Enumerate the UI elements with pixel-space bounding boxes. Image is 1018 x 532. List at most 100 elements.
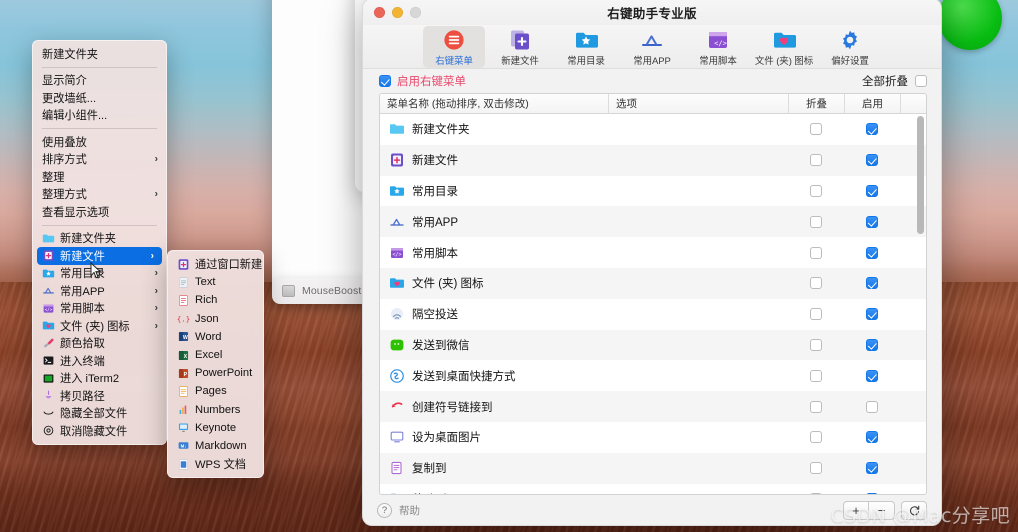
menu-item-open-iterm2[interactable]: 进入 iTerm2 — [33, 370, 166, 388]
menu-item-file-folder-icon[interactable]: 文件 (夹) 图标 › — [33, 317, 166, 335]
fold-checkbox[interactable] — [810, 338, 822, 351]
table-body[interactable]: 新建文件夹 新建文件 常用目录 常用APP </> 常用脚本 文件 (夹) 图标 隔空投送 发送… — [380, 114, 926, 494]
enable-checkbox[interactable] — [866, 246, 878, 259]
help-label[interactable]: 帮助 — [399, 503, 420, 518]
submenu-item-word[interactable]: W Word — [168, 328, 263, 346]
table-row[interactable]: 隔空投送 — [380, 298, 926, 330]
table-row[interactable]: 常用目录 — [380, 175, 926, 207]
folder-blue-icon — [390, 124, 404, 135]
column-header-enable: 启用 — [844, 94, 900, 113]
toolbar-tab-favorite-scripts[interactable]: </> 常用脚本 — [687, 26, 749, 68]
enable-checkbox[interactable] — [866, 338, 878, 351]
toolbar-tab-preferences[interactable]: 偏好设置 — [819, 26, 881, 68]
menu-item-hide-all-files[interactable]: 隐藏全部文件 — [33, 405, 166, 423]
table-row[interactable]: 移动到 — [380, 483, 926, 494]
enable-checkbox[interactable] — [866, 492, 878, 494]
menu-item-unhide-files[interactable]: 取消隐藏文件 — [33, 422, 166, 440]
menu-item-favorite-folders[interactable]: 常用目录 › — [33, 265, 166, 283]
wps-icon — [179, 458, 188, 470]
menu-item-sort-by[interactable]: 排序方式 › — [33, 151, 166, 169]
fold-checkbox[interactable] — [810, 462, 822, 475]
enable-context-menu-checkbox[interactable] — [379, 75, 391, 87]
table-row[interactable]: 创建符号链接到 — [380, 391, 926, 422]
chevron-right-icon: › — [154, 320, 158, 332]
app-window[interactable]: 右键助手专业版 右键菜单 新建文件 常用目录 常用APP </> 常用脚本 文件… — [362, 0, 942, 526]
submenu-item-keynote[interactable]: Keynote — [168, 419, 263, 437]
fold-checkbox[interactable] — [810, 431, 822, 444]
menu-item-copy-path[interactable]: 拷贝路径 — [33, 387, 166, 405]
menu-item-edit-widgets[interactable]: 编辑小组件... — [33, 107, 166, 125]
new-file-submenu[interactable]: 通过窗口新建 Text Rich {.} Json W Word X Excel… — [167, 250, 264, 479]
menu-item-show-view-options[interactable]: 查看显示选项 — [33, 203, 166, 221]
fold-checkbox[interactable] — [810, 492, 822, 494]
app-toolbar[interactable]: 右键菜单 新建文件 常用目录 常用APP </> 常用脚本 文件 (夹) 图标 … — [363, 25, 941, 69]
copy-path-icon — [45, 390, 52, 399]
menu-item-use-stacks[interactable]: 使用叠放 — [33, 133, 166, 151]
enable-checkbox[interactable] — [866, 123, 878, 136]
fold-checkbox[interactable] — [810, 215, 822, 228]
menu-item-new-file[interactable]: 新建文件 › — [37, 247, 162, 265]
menu-item-change-wallpaper[interactable]: 更改墙纸... — [33, 89, 166, 107]
table-row[interactable]: </> 常用脚本 — [380, 237, 926, 268]
menu-items-table[interactable]: 菜单名称 (拖动排序, 双击修改) 选项 折叠 启用 新建文件夹 新建文件 常用目录… — [379, 93, 927, 495]
collapse-all-checkbox[interactable] — [915, 75, 927, 87]
fold-checkbox[interactable] — [810, 246, 822, 259]
fold-checkbox[interactable] — [810, 123, 822, 136]
table-cell-name-label: 发送到桌面快捷方式 — [412, 370, 516, 383]
submenu-item-powerpoint[interactable]: P PowerPoint — [168, 364, 263, 382]
enable-checkbox[interactable] — [866, 369, 878, 382]
enable-checkbox[interactable] — [866, 215, 878, 228]
toolbar-tab-favorite-apps[interactable]: 常用APP — [621, 26, 683, 68]
submenu-item-new-via-window[interactable]: 通过窗口新建 — [168, 255, 263, 273]
table-row[interactable]: 复制到 — [380, 452, 926, 484]
toolbar-tab-favorite-folders[interactable]: 常用目录 — [555, 26, 617, 68]
enable-checkbox[interactable] — [866, 462, 878, 475]
menu-item-favorite-apps[interactable]: 常用APP › — [33, 282, 166, 300]
toolbar-tab-new-file[interactable]: 新建文件 — [489, 26, 551, 68]
fold-checkbox[interactable] — [810, 154, 822, 167]
menu-item-clean-up[interactable]: 整理 — [33, 168, 166, 186]
menu-item-favorite-scripts[interactable]: </> 常用脚本 › — [33, 300, 166, 318]
menu-item-clean-up-by[interactable]: 整理方式 › — [33, 186, 166, 204]
enable-checkbox[interactable] — [866, 308, 878, 321]
fold-checkbox[interactable] — [810, 369, 822, 382]
submenu-item-numbers[interactable]: Numbers — [168, 401, 263, 419]
submenu-item-excel[interactable]: X Excel — [168, 346, 263, 364]
enable-checkbox[interactable] — [866, 400, 878, 413]
submenu-item-json[interactable]: {.} Json — [168, 310, 263, 328]
table-row[interactable]: 设为桌面图片 — [380, 421, 926, 453]
enable-checkbox[interactable] — [866, 154, 878, 167]
menu-item-open-terminal[interactable]: 进入终端 — [33, 352, 166, 370]
menu-item-label: 隐藏全部文件 — [60, 408, 128, 421]
table-row[interactable]: 新建文件 — [380, 144, 926, 176]
table-row[interactable]: 文件 (夹) 图标 — [380, 267, 926, 299]
enable-checkbox[interactable] — [866, 277, 878, 290]
menu-item-get-info[interactable]: 显示简介 — [33, 72, 166, 90]
enable-checkbox[interactable] — [866, 431, 878, 444]
toolbar-tab-file-folder-icon[interactable]: 文件 (夹) 图标 — [753, 26, 815, 68]
toolbar-tab-context-menu[interactable]: 右键菜单 — [423, 26, 485, 68]
question-mark-icon[interactable]: ? — [377, 502, 392, 518]
table-row[interactable]: 常用APP — [380, 206, 926, 238]
menu-item-new-folder-top[interactable]: 新建文件夹 — [33, 45, 166, 63]
submenu-item-text[interactable]: Text — [168, 273, 263, 291]
submenu-item-markdown[interactable]: M↓ Markdown — [168, 437, 263, 455]
fold-checkbox[interactable] — [810, 277, 822, 290]
table-row[interactable]: 新建文件夹 — [380, 114, 926, 145]
scrollbar-thumb[interactable] — [917, 116, 924, 234]
menu-item-new-folder[interactable]: 新建文件夹 — [33, 230, 166, 248]
fold-checkbox[interactable] — [810, 400, 822, 413]
submenu-item-pages[interactable]: Pages — [168, 382, 263, 400]
desktop-context-menu[interactable]: 新建文件夹 显示简介 更改墙纸... 编辑小组件... 使用叠放 排序方式 › … — [32, 40, 167, 445]
submenu-item-rich[interactable]: Rich — [168, 291, 263, 309]
submenu-item-wps[interactable]: WPS 文档 — [168, 455, 263, 473]
fold-checkbox[interactable] — [810, 308, 822, 321]
chevron-right-icon: › — [154, 302, 158, 314]
table-scrollbar[interactable] — [917, 116, 924, 490]
table-row[interactable]: 发送到桌面快捷方式 — [380, 360, 926, 392]
table-row[interactable]: 发送到微信 — [380, 329, 926, 361]
column-header-option: 选项 — [608, 94, 788, 113]
fold-checkbox[interactable] — [810, 184, 822, 197]
menu-item-color-picker[interactable]: 颜色拾取 — [33, 335, 166, 353]
enable-checkbox[interactable] — [866, 184, 878, 197]
